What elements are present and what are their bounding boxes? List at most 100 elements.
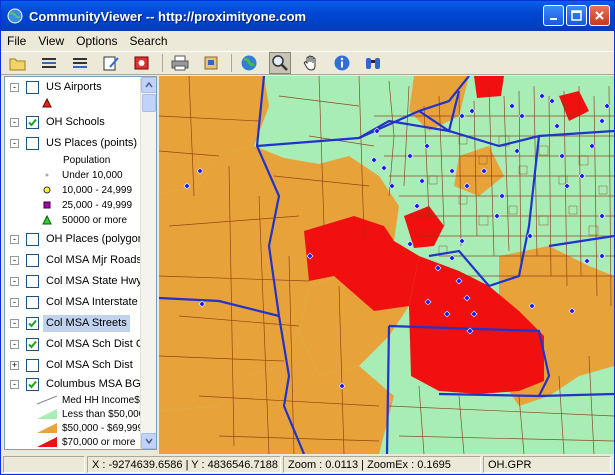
layer-row-columbus-bg[interactable]: - Columbus MSA BG [5,375,141,394]
status-bar: X : -9274639.6586 | Y : 4836546.7188 Zoo… [1,455,614,474]
status-coordinates: X : -9274639.6586 | Y : 4836546.7188 [87,456,281,473]
layer-expander[interactable]: - [10,380,19,389]
layer-expander[interactable]: - [10,319,19,328]
line-sample-icon [35,394,59,406]
layer-row-interstate[interactable]: - Col MSA Interstate [5,293,141,312]
layer-checkbox[interactable] [26,296,39,309]
open-button[interactable] [7,52,29,74]
dot-small-icon [35,169,59,181]
layer-expander[interactable]: - [10,298,19,307]
zoom-button[interactable] [269,52,291,74]
layer-checkbox[interactable] [26,81,39,94]
layer-label: Columbus MSA BG [46,378,141,390]
close-button[interactable] [589,5,610,26]
info-button[interactable] [331,52,353,74]
layer-row-oh-places-polygon[interactable]: - OH Places (polygon [5,230,141,249]
minimize-icon [549,17,557,20]
layer-expander[interactable]: - [10,235,19,244]
layer-expander[interactable]: - [10,139,19,148]
layer-checkbox[interactable] [26,275,39,288]
layer-row-us-airports[interactable]: - US Airports [5,78,141,97]
legend-subtitle: Population [63,154,111,166]
layer-expander[interactable]: - [10,277,19,286]
find-button[interactable] [362,52,384,74]
map-canvas[interactable] [159,76,614,454]
menu-file[interactable]: File [1,34,32,48]
check-icon [28,340,37,349]
layer-row-mjr-roads[interactable]: - Col MSA Mjr Roads [5,251,141,270]
export-button[interactable] [200,52,222,74]
scroll-up-button[interactable] [141,77,156,93]
layers-icon [42,58,56,68]
scroll-thumb[interactable] [142,94,156,112]
layer-label: Col MSA Sch Dist C [46,338,141,350]
layer-row-oh-schools[interactable]: - OH Schools [5,113,141,132]
layer-checkbox-checked[interactable] [26,116,39,129]
check-icon [28,118,37,127]
layer-expander[interactable]: + [10,361,19,370]
globe-button[interactable] [238,52,260,74]
layer-expander[interactable]: - [10,118,19,127]
edit-icon [103,56,119,71]
layer-expander[interactable]: - [10,340,19,349]
binoculars-icon [366,58,380,69]
layer-label: US Airports [46,81,102,93]
chevron-down-icon [145,438,153,444]
layer-label: Col MSA Sch Dist [46,359,133,371]
check-icon [28,380,37,389]
minimize-button[interactable] [543,5,564,26]
legend-scrollbar[interactable] [140,77,156,449]
zoom-icon [272,55,288,71]
layer-checkbox[interactable] [26,254,39,267]
close-icon [595,11,604,20]
square-purple-icon [35,199,59,211]
layer-checkbox-checked[interactable] [26,317,39,330]
legend-entry-label: Under 10,000 [62,169,123,181]
toolbar-separator [162,54,163,72]
maximize-icon [571,10,582,21]
layer-checkbox[interactable] [26,137,39,150]
menu-view[interactable]: View [32,34,70,48]
layer-label: Col MSA Streets [43,315,130,332]
layer-label: Col MSA Mjr Roads [46,254,141,266]
layer-row-streets[interactable]: - Col MSA Streets [5,314,141,333]
layer-checkbox-checked[interactable] [26,338,39,351]
edit-button[interactable] [100,52,122,74]
print-button[interactable] [169,52,191,74]
layer-row-state-hwy[interactable]: - Col MSA State Hwy [5,272,141,291]
dot-yellow-icon [35,184,59,196]
layer-expander[interactable]: - [10,83,19,92]
layer-list-button[interactable] [69,52,91,74]
layer-row-us-places-points[interactable]: - US Places (points) [5,134,141,153]
title-bar[interactable]: CommunityViewer -- http://proximityone.c… [1,1,614,31]
layer-label: OH Places (polygon [46,233,141,245]
toolbar-separator [231,54,232,72]
legend-entry-label: $50,000 - $69,999 [62,422,141,434]
legend-entry-label: 10,000 - 24,999 [62,184,133,196]
legend-entry-label: Med HH Income$ [62,394,140,406]
record-button[interactable] [131,52,153,74]
open-icon [9,58,26,71]
layers-button[interactable] [38,52,60,74]
layer-checkbox[interactable] [26,233,39,246]
legend-entry-label: Less than $50,000 [62,408,141,420]
triangle-green-icon [35,214,59,226]
pan-button[interactable] [300,52,322,74]
pan-hand-icon [303,55,316,71]
layer-row-sch-dist-c[interactable]: - Col MSA Sch Dist C [5,335,141,354]
legend-entry: $70,000 or more [35,435,135,449]
airport-symbol-icon [35,97,59,109]
legend-entry: Med HH Income$ [35,393,140,407]
menu-search[interactable]: Search [124,34,174,48]
print-icon [171,55,189,71]
app-globe-icon [7,8,23,24]
layer-label: OH Schools [46,116,105,128]
layer-row-sch-dist[interactable]: + Col MSA Sch Dist [5,356,141,375]
menu-options[interactable]: Options [70,34,123,48]
layer-checkbox-checked[interactable] [26,378,39,391]
maximize-button[interactable] [566,5,587,26]
layer-checkbox[interactable] [26,359,39,372]
app-window: CommunityViewer -- http://proximityone.c… [0,0,615,475]
layer-expander[interactable]: - [10,256,19,265]
scroll-down-button[interactable] [141,433,156,449]
